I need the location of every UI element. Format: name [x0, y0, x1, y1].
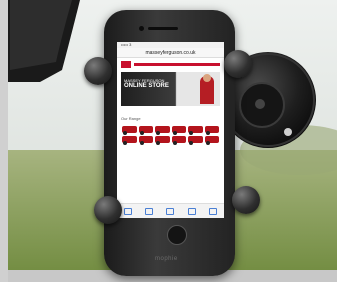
- cradle-knob-bottom-left: [94, 196, 122, 224]
- product-tile: [188, 126, 203, 135]
- home-button: [167, 225, 187, 245]
- share-icon: [166, 207, 175, 215]
- mount-screw: [255, 99, 265, 109]
- bookmarks-icon: [187, 207, 196, 215]
- front-camera: [139, 26, 144, 31]
- photo-border: [0, 0, 8, 282]
- case-brand: mophie: [155, 256, 178, 262]
- product-tile: [188, 136, 203, 145]
- earpiece-speaker: [148, 27, 178, 30]
- product-tile: [155, 126, 170, 135]
- brand-logo: [121, 60, 131, 68]
- product-tile: [138, 126, 153, 135]
- product-tile: [122, 136, 137, 145]
- forward-icon: [145, 207, 154, 215]
- url-text: masseyferguson.co.uk: [145, 49, 196, 56]
- product-tile: [204, 136, 219, 145]
- cradle-knob-top-right: [224, 50, 252, 78]
- url-bar: masseyferguson.co.uk: [117, 48, 224, 58]
- browser-toolbar: [117, 203, 224, 218]
- phone-screen: ••••• 3 masseyferguson.co.uk MASSEY FERG…: [117, 42, 224, 218]
- section-title: Our Range: [121, 116, 141, 121]
- cradle-knob-bottom-right: [232, 186, 260, 214]
- product-tile: [204, 126, 219, 135]
- product-tile: [155, 136, 170, 145]
- tabs-icon: [209, 207, 218, 215]
- product-tile: [122, 126, 137, 135]
- product-tile: [171, 126, 186, 135]
- site-nav-bar: [134, 62, 220, 66]
- photo-scene: ••••• 3 masseyferguson.co.uk MASSEY FERG…: [0, 0, 337, 282]
- banner-person-head: [203, 74, 211, 82]
- site-header: [117, 58, 224, 70]
- product-tile: [138, 136, 153, 145]
- back-icon: [123, 207, 132, 215]
- banner-text: MASSEY FERGUSON ONLINE STORE: [124, 78, 169, 90]
- cradle-knob-top-left: [84, 57, 112, 85]
- banner-line-2: ONLINE STORE: [124, 83, 169, 89]
- lever-dot: [284, 128, 292, 136]
- product-grid: [117, 124, 224, 145]
- product-tile: [171, 136, 186, 145]
- store-banner: MASSEY FERGUSON ONLINE STORE: [121, 72, 220, 106]
